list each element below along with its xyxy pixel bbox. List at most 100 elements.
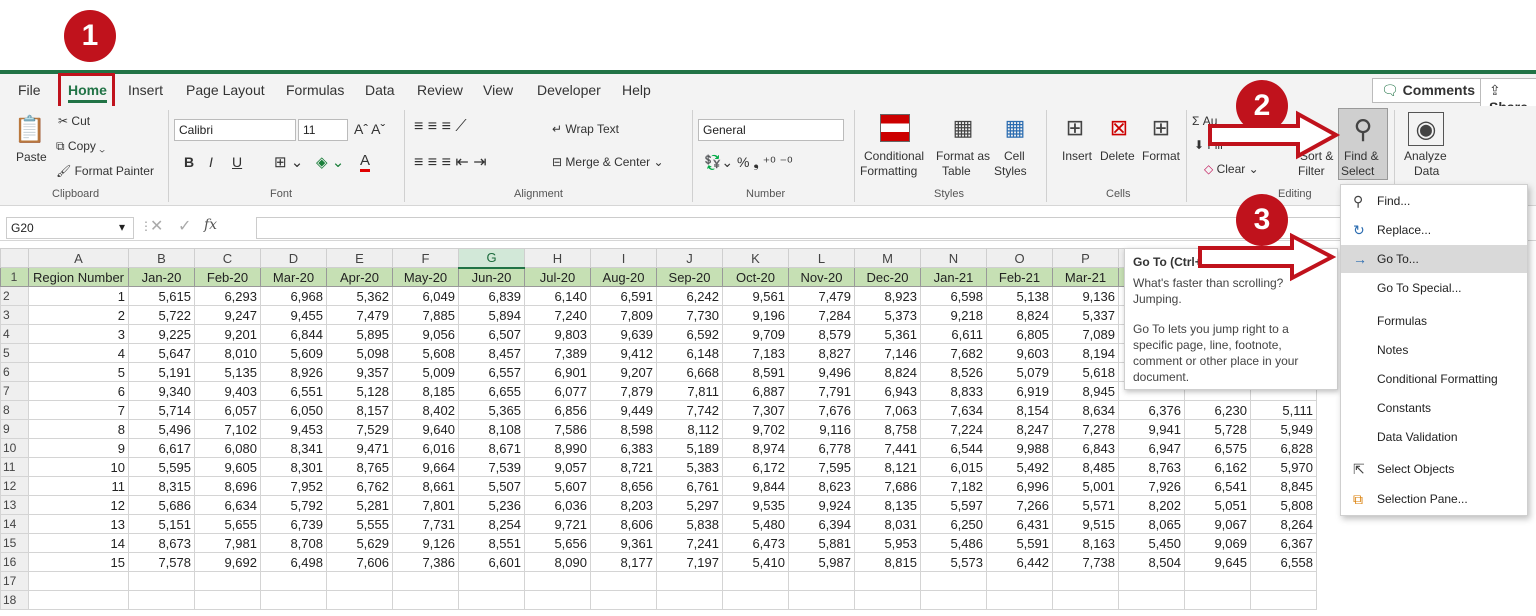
menu-developer[interactable]: Developer bbox=[537, 82, 601, 98]
row-header[interactable]: 9 bbox=[0, 419, 29, 439]
cell[interactable]: 8,673 bbox=[128, 533, 195, 553]
cell[interactable]: 8,526 bbox=[920, 362, 987, 382]
spreadsheet-grid[interactable]: ABCDEFGHIJKLMNOPQRS 1Region NumberJan-20… bbox=[0, 248, 1317, 610]
column-header[interactable]: J bbox=[656, 248, 723, 268]
cell[interactable]: 5,597 bbox=[920, 495, 987, 515]
menu-data-validation[interactable]: Data Validation bbox=[1341, 423, 1527, 451]
cell[interactable]: 5,895 bbox=[326, 324, 393, 344]
cell[interactable]: 7,278 bbox=[1052, 419, 1119, 439]
column-header[interactable]: N bbox=[920, 248, 987, 268]
cell[interactable]: 6,551 bbox=[260, 381, 327, 401]
cell[interactable]: 9,561 bbox=[722, 286, 789, 306]
cell[interactable]: Jun-20 bbox=[458, 267, 525, 287]
cell[interactable]: 6,367 bbox=[1250, 533, 1317, 553]
cell[interactable]: 6,148 bbox=[656, 343, 723, 363]
cell[interactable]: 6,558 bbox=[1250, 552, 1317, 572]
cell[interactable]: 7,809 bbox=[590, 305, 657, 325]
cell[interactable]: 9,455 bbox=[260, 305, 327, 325]
cell[interactable]: 9,605 bbox=[194, 457, 261, 477]
column-header[interactable]: D bbox=[260, 248, 327, 268]
cell[interactable]: 8,504 bbox=[1118, 552, 1185, 572]
cell[interactable]: 6,591 bbox=[590, 286, 657, 306]
column-header[interactable]: O bbox=[986, 248, 1053, 268]
cell[interactable] bbox=[590, 590, 657, 610]
worksheet-table[interactable]: ABCDEFGHIJKLMNOPQRS 1Region NumberJan-20… bbox=[0, 248, 1317, 610]
cell[interactable]: 7,183 bbox=[722, 343, 789, 363]
italic-button[interactable]: I bbox=[209, 154, 213, 170]
row-header[interactable]: 3 bbox=[0, 305, 29, 325]
cell[interactable]: 6,394 bbox=[788, 514, 855, 534]
cell[interactable]: 6,473 bbox=[722, 533, 789, 553]
cell[interactable]: 5,970 bbox=[1250, 457, 1317, 477]
cell[interactable]: 8,203 bbox=[590, 495, 657, 515]
cell[interactable]: 8,708 bbox=[260, 533, 327, 553]
cell[interactable]: 8,185 bbox=[392, 381, 459, 401]
cell[interactable]: 8,827 bbox=[788, 343, 855, 363]
fill-color-icon[interactable]: ◈ ⌄ bbox=[316, 153, 344, 171]
cell[interactable]: 9,069 bbox=[1184, 533, 1251, 553]
cell[interactable]: 7,731 bbox=[392, 514, 459, 534]
cell[interactable] bbox=[920, 590, 987, 610]
cell[interactable]: 9,988 bbox=[986, 438, 1053, 458]
row-header[interactable]: 10 bbox=[0, 438, 29, 458]
select-all-corner[interactable] bbox=[0, 248, 29, 268]
cell[interactable]: 9,403 bbox=[194, 381, 261, 401]
cell[interactable]: 9,645 bbox=[1184, 552, 1251, 572]
cell[interactable]: 8,765 bbox=[326, 457, 393, 477]
insert-cells-icon[interactable]: ⊞ bbox=[1060, 114, 1090, 142]
cell[interactable]: 9,225 bbox=[128, 324, 195, 344]
cell[interactable]: 5,722 bbox=[128, 305, 195, 325]
cell[interactable]: 5,337 bbox=[1052, 305, 1119, 325]
cell[interactable]: 5,373 bbox=[854, 305, 921, 325]
cell[interactable]: 8,606 bbox=[590, 514, 657, 534]
cell[interactable]: 8,010 bbox=[194, 343, 261, 363]
column-header[interactable]: C bbox=[194, 248, 261, 268]
font-size-combo[interactable]: 11 bbox=[298, 119, 348, 141]
cell[interactable]: 5,714 bbox=[128, 400, 195, 420]
menu-formulas[interactable]: Formulas bbox=[286, 82, 344, 98]
cell[interactable]: 8,402 bbox=[392, 400, 459, 420]
cell[interactable]: 6,778 bbox=[788, 438, 855, 458]
cell[interactable]: 6,887 bbox=[722, 381, 789, 401]
cell[interactable]: 9,449 bbox=[590, 400, 657, 420]
cell[interactable]: 8,758 bbox=[854, 419, 921, 439]
cell[interactable]: 8,990 bbox=[524, 438, 591, 458]
cell[interactable]: 8,833 bbox=[920, 381, 987, 401]
cell[interactable]: 8,656 bbox=[590, 476, 657, 496]
comments-button[interactable]: 🗨 Comments bbox=[1372, 78, 1485, 103]
column-header[interactable]: P bbox=[1052, 248, 1119, 268]
cell[interactable]: 6,057 bbox=[194, 400, 261, 420]
insert-cells-label[interactable]: Insert bbox=[1062, 149, 1092, 163]
cell[interactable]: 5 bbox=[28, 362, 129, 382]
cell[interactable]: 9,357 bbox=[326, 362, 393, 382]
cell[interactable]: 6,943 bbox=[854, 381, 921, 401]
cell[interactable]: 5,111 bbox=[1250, 400, 1317, 420]
row-header[interactable]: 13 bbox=[0, 495, 29, 515]
cell[interactable]: 8,112 bbox=[656, 419, 723, 439]
cell[interactable]: 6,557 bbox=[458, 362, 525, 382]
cell[interactable]: Mar-20 bbox=[260, 267, 327, 287]
cell[interactable] bbox=[656, 590, 723, 610]
cell[interactable]: 6,230 bbox=[1184, 400, 1251, 420]
menu-find[interactable]: ⚲ Find... bbox=[1341, 187, 1527, 215]
cell[interactable]: Sep-20 bbox=[656, 267, 723, 287]
cell[interactable]: 7,811 bbox=[656, 381, 723, 401]
cell[interactable] bbox=[1250, 571, 1317, 591]
cell[interactable]: 9,056 bbox=[392, 324, 459, 344]
cell[interactable]: 5,808 bbox=[1250, 495, 1317, 515]
cell[interactable]: 7,676 bbox=[788, 400, 855, 420]
cell[interactable]: 7,389 bbox=[524, 343, 591, 363]
cell[interactable]: Oct-20 bbox=[722, 267, 789, 287]
cell[interactable]: 9,471 bbox=[326, 438, 393, 458]
cell[interactable]: Apr-20 bbox=[326, 267, 393, 287]
cell[interactable]: 5,297 bbox=[656, 495, 723, 515]
menu-insert[interactable]: Insert bbox=[128, 82, 163, 98]
row-header[interactable]: 17 bbox=[0, 571, 29, 591]
cell[interactable]: 7,586 bbox=[524, 419, 591, 439]
cell[interactable]: 6,805 bbox=[986, 324, 1053, 344]
menu-data[interactable]: Data bbox=[365, 82, 395, 98]
row-header[interactable]: 6 bbox=[0, 362, 29, 382]
cell[interactable]: 6,668 bbox=[656, 362, 723, 382]
row-header[interactable]: 11 bbox=[0, 457, 29, 477]
format-painter-button[interactable]: 🖌 Format Painter bbox=[56, 164, 154, 178]
